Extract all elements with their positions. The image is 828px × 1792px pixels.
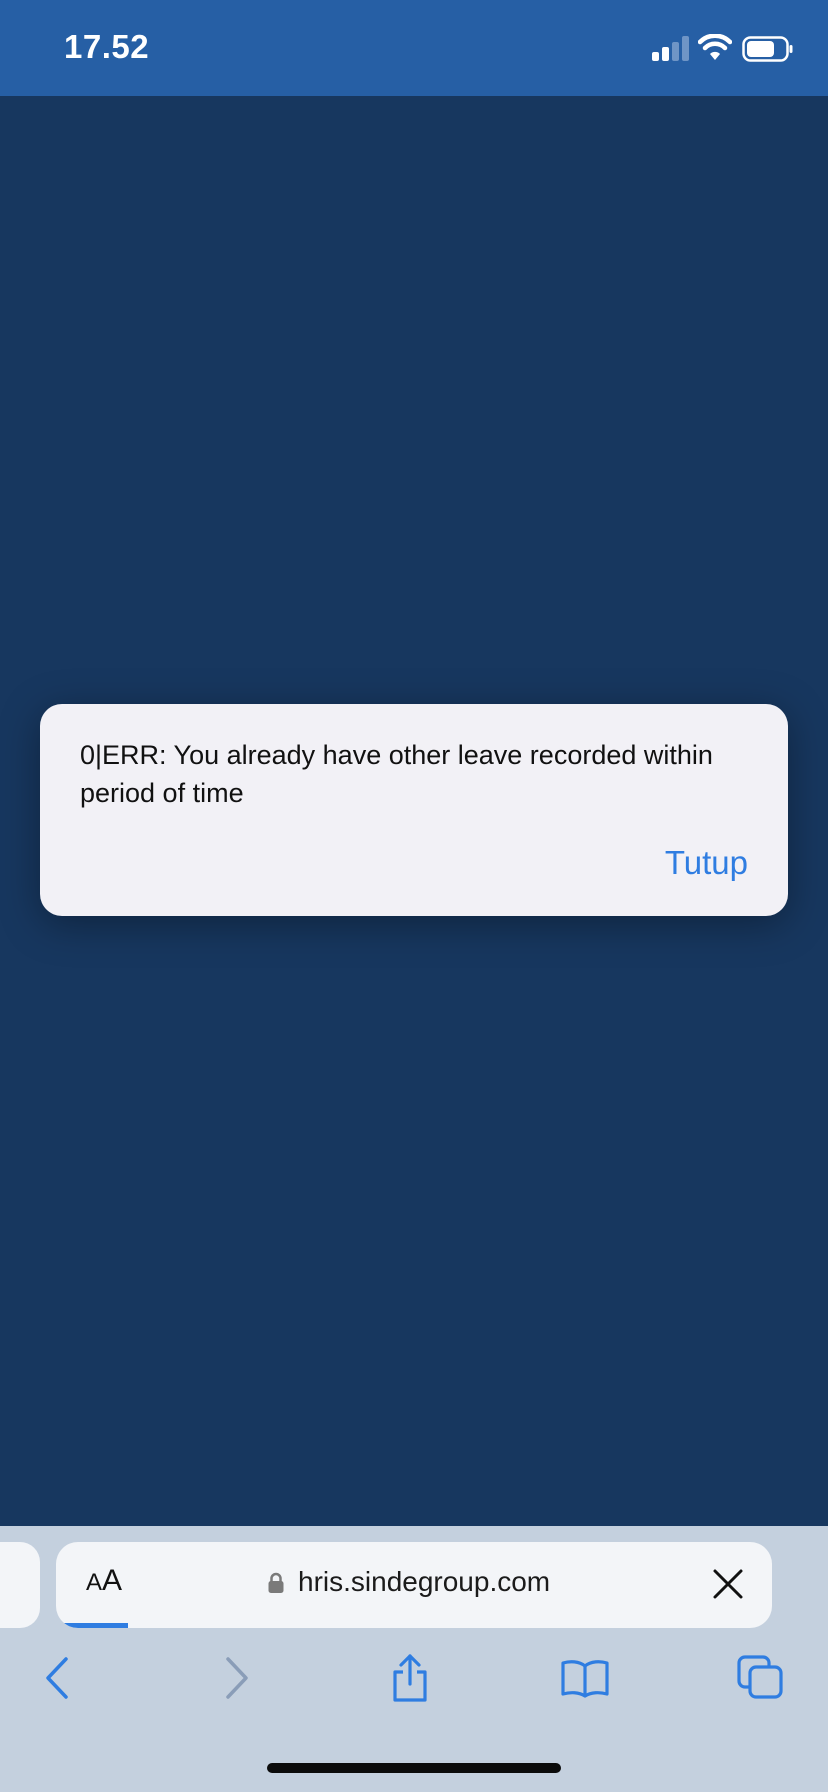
forward-icon[interactable] [224, 1656, 250, 1700]
battery-icon [742, 36, 793, 62]
screen: 17.52 0|ERR: You already have other leav… [0, 0, 828, 1792]
reader-settings-label-large: A [102, 1564, 123, 1597]
wifi-icon [698, 34, 732, 60]
share-icon[interactable] [390, 1652, 430, 1704]
signal-icon [652, 36, 689, 61]
tabs-icon[interactable] [736, 1654, 784, 1700]
page-load-progress [56, 1623, 128, 1628]
home-indicator[interactable] [267, 1763, 561, 1773]
lock-icon [268, 1572, 284, 1593]
status-bar: 17.52 [0, 0, 828, 96]
reader-settings-button[interactable]: AA [86, 1564, 122, 1598]
close-icon[interactable] [712, 1568, 744, 1600]
alert-dialog: 0|ERR: You already have other leave reco… [40, 704, 788, 916]
close-alert-button[interactable]: Tutup [665, 844, 748, 882]
bookmarks-icon[interactable] [560, 1658, 610, 1698]
reader-settings-label-small: A [86, 1569, 103, 1596]
status-time: 17.52 [64, 28, 150, 65]
previous-tab-preview[interactable] [0, 1542, 40, 1628]
url-text[interactable]: hris.sindegroup.com [298, 1566, 550, 1598]
address-bar[interactable]: AA hris.sindegroup.com [56, 1542, 772, 1628]
back-icon[interactable] [44, 1656, 70, 1700]
alert-message: 0|ERR: You already have other leave reco… [80, 740, 713, 808]
